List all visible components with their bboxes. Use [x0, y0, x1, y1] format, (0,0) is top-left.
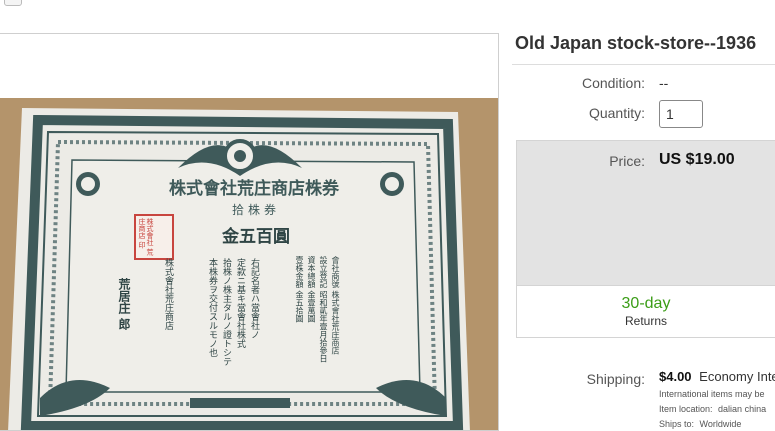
returns-label: Returns — [624, 314, 668, 328]
shipping-label: Shipping: — [586, 371, 645, 387]
title-divider — [512, 64, 775, 65]
returns-badge: 30-day Returns — [517, 285, 775, 337]
item-photo[interactable]: 株式會社荒庄商店株券 拾株券 金五百圓 株式會社 荒庄商店 印 株式會社荒庄商店… — [0, 98, 498, 430]
item-location: Item location: dalian china — [659, 404, 766, 414]
condition-label: Condition: — [581, 75, 645, 91]
certificate-company-name: 株式會社荒庄商店 — [163, 258, 173, 330]
certificate-info-column: 壹株金額 金五拾圓 — [295, 256, 304, 323]
certificate-info-column: 資本總額 金壹萬圓 — [307, 256, 316, 323]
shipping-method: Economy Inte — [699, 369, 775, 384]
international-note: International items may be — [659, 389, 765, 399]
item-location-value: dalian china — [718, 404, 767, 414]
certificate-text-column: 定款ニ基キ當會社株式 — [235, 258, 245, 348]
certificate-text-column: 本株券ヲ交付スルモノ也 — [207, 258, 217, 357]
ships-to: Ships to: Worldwide — [659, 419, 741, 429]
shipping-cost: $4.00 — [659, 369, 692, 384]
certificate-info-column: 設立登記 昭和貳年壹月拾參日 — [319, 256, 328, 363]
top-breadcrumb-strip — [0, 0, 775, 8]
shipping-value: $4.00 Economy Inte — [659, 369, 775, 384]
certificate-sub-text: 拾株券 — [231, 203, 280, 217]
price-panel: 30-day Returns — [516, 140, 775, 338]
ships-to-value: Worldwide — [699, 419, 742, 429]
certificate-amount-text: 金五百圓 — [222, 227, 290, 247]
ships-to-label: Ships to: — [659, 419, 695, 429]
certificate-text-column: 拾株ノ株主タルノ證トシテ — [221, 258, 231, 366]
back-icon[interactable] — [4, 0, 22, 6]
certificate-info-column: 會社商號 株式會社荒庄商店 — [331, 256, 340, 355]
item-image-panel[interactable]: 株式會社荒庄商店株券 拾株券 金五百圓 株式會社 荒庄商店 印 株式會社荒庄商店… — [0, 33, 499, 431]
condition-value: -- — [659, 75, 669, 91]
certificate-text-column: 右記名者ハ當會社ノ — [249, 258, 259, 339]
quantity-input[interactable] — [659, 100, 703, 128]
certificate-signer: 荒居庄 郎 — [117, 278, 131, 331]
price-value: US $19.00 — [659, 151, 735, 168]
returns-days: 30-day — [621, 295, 671, 312]
item-location-label: Item location: — [659, 404, 713, 414]
certificate-header-text: 株式會社荒庄商店株券 — [169, 179, 339, 199]
listing-title: Old Japan stock-store--1936 — [515, 33, 757, 53]
price-label: Price: — [609, 153, 645, 169]
red-company-seal: 株式會社 荒庄商店 印 — [134, 214, 174, 260]
quantity-label: Quantity: — [588, 105, 645, 121]
